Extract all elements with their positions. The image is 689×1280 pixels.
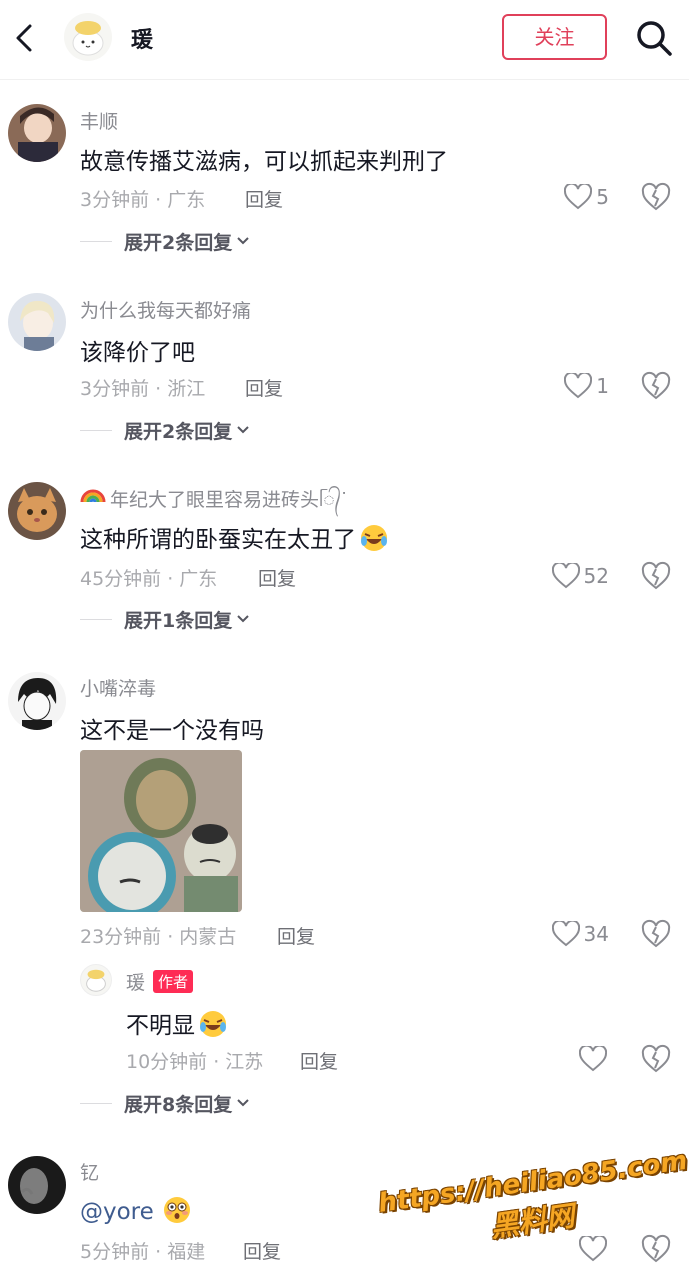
comment-username[interactable]: 钇 <box>80 1158 99 1185</box>
expand-label: 展开2条回复 <box>124 420 233 443</box>
heart-icon <box>579 1236 607 1262</box>
dislike-icon[interactable] <box>641 371 671 401</box>
sub-reply-name: 瑗 <box>126 972 146 994</box>
comment-text: 这不是一个没有吗 <box>80 718 264 744</box>
heart-icon <box>551 921 580 947</box>
like-count: 34 <box>583 922 609 946</box>
reply-button[interactable]: 回复 <box>258 564 296 591</box>
chevron-down-icon <box>237 426 249 434</box>
avatar[interactable] <box>8 1156 66 1214</box>
author-badge: 作者 <box>153 970 194 993</box>
comment-username[interactable]: 小嘴淬毒 <box>80 674 156 701</box>
comment-text: 该降价了吧 <box>80 340 195 366</box>
like-count: 5 <box>596 185 609 209</box>
chevron-down-icon <box>237 1099 249 1107</box>
comment-time-location: 23分钟前 · 内蒙古 <box>80 926 237 948</box>
reply-button[interactable]: 回复 <box>245 185 283 212</box>
comment-text-row: @yore <box>80 1195 192 1225</box>
expand-replies-button[interactable]: 展开2条回复 <box>80 228 250 254</box>
sub-reply-username[interactable]: 瑗作者 <box>126 968 194 995</box>
sub-reply-text-row: 不明显 <box>126 1006 228 1040</box>
expand-label: 展开2条回复 <box>124 231 233 254</box>
watermark: https://heiliao85.com 黑料网 <box>376 1146 689 1260</box>
dislike-icon[interactable] <box>641 561 671 591</box>
top-bar: 瑗 关注 <box>0 0 689 80</box>
chevron-down-icon <box>237 237 249 245</box>
mention-link[interactable]: @yore <box>80 1199 154 1225</box>
reply-button[interactable]: 回复 <box>243 1237 281 1264</box>
chevron-down-icon <box>237 615 249 623</box>
comment-username[interactable]: 年纪大了眼里容易进砖头ᥬ᭄ᐝ <box>110 485 346 520</box>
comment-text-row: 这种所谓的卧蚕实在太丑了 <box>80 520 389 554</box>
like-count: 52 <box>583 564 609 588</box>
laugh-cry-emoji-icon <box>200 1011 226 1037</box>
like-button[interactable] <box>579 1234 607 1264</box>
comment-text: 故意传播艾滋病，可以抓起来判刑了 <box>80 149 448 175</box>
sub-reply-like-button[interactable] <box>579 1044 607 1074</box>
comment-text: 这种所谓的卧蚕实在太丑了 <box>80 527 356 553</box>
comment-time-location: 3分钟前 · 广东 <box>80 189 206 211</box>
dislike-icon[interactable] <box>641 182 671 212</box>
dislike-icon[interactable] <box>641 919 671 949</box>
heart-icon <box>579 1046 607 1072</box>
flushed-face-emoji-icon <box>163 1197 190 1223</box>
like-button[interactable]: 5 <box>564 182 609 212</box>
expand-label: 展开8条回复 <box>124 1093 233 1116</box>
divider-line <box>80 1102 112 1104</box>
expand-label: 展开1条回复 <box>124 609 233 632</box>
comment-username[interactable]: 为什么我每天都好痛 <box>80 296 251 323</box>
expand-replies-button[interactable]: 展开2条回复 <box>80 417 250 443</box>
dislike-icon[interactable] <box>641 1044 671 1074</box>
rainbow-emoji-icon <box>80 489 106 503</box>
comment-time-location: 3分钟前 · 浙江 <box>80 378 206 400</box>
sub-reply-reply-button[interactable]: 回复 <box>300 1047 338 1074</box>
avatar[interactable] <box>8 672 66 730</box>
like-button[interactable]: 52 <box>551 561 609 591</box>
like-button[interactable]: 1 <box>564 371 609 401</box>
heart-icon <box>551 563 580 589</box>
sticker-image[interactable] <box>80 750 242 912</box>
expand-replies-button[interactable]: 展开1条回复 <box>80 606 250 632</box>
laugh-cry-emoji-icon <box>361 525 387 551</box>
divider-line <box>80 429 112 431</box>
author-name: 瑗 <box>131 28 154 53</box>
heart-icon <box>564 373 593 399</box>
comment-username[interactable]: 丰顺 <box>80 107 118 134</box>
like-count: 1 <box>596 374 609 398</box>
sub-reply-time-location: 10分钟前 · 江苏 <box>126 1051 264 1073</box>
search-icon[interactable] <box>634 18 674 58</box>
sub-reply-text: 不明显 <box>126 1013 195 1039</box>
author-avatar[interactable] <box>64 13 112 61</box>
sub-reply-avatar[interactable] <box>80 964 112 996</box>
divider-line <box>80 240 112 242</box>
avatar[interactable] <box>8 104 66 162</box>
follow-button[interactable]: 关注 <box>502 14 607 60</box>
dislike-icon[interactable] <box>641 1234 671 1264</box>
reply-button[interactable]: 回复 <box>277 922 315 949</box>
expand-replies-button[interactable]: 展开8条回复 <box>80 1090 250 1116</box>
like-button[interactable]: 34 <box>551 919 609 949</box>
reply-button[interactable]: 回复 <box>245 374 283 401</box>
comment-time-location: 5分钟前 · 福建 <box>80 1241 206 1263</box>
divider-line <box>80 618 112 620</box>
avatar[interactable] <box>8 482 66 540</box>
comment-time-location: 45分钟前 · 广东 <box>80 568 218 590</box>
back-icon[interactable] <box>10 18 40 58</box>
avatar[interactable] <box>8 293 66 351</box>
heart-icon <box>564 184 593 210</box>
